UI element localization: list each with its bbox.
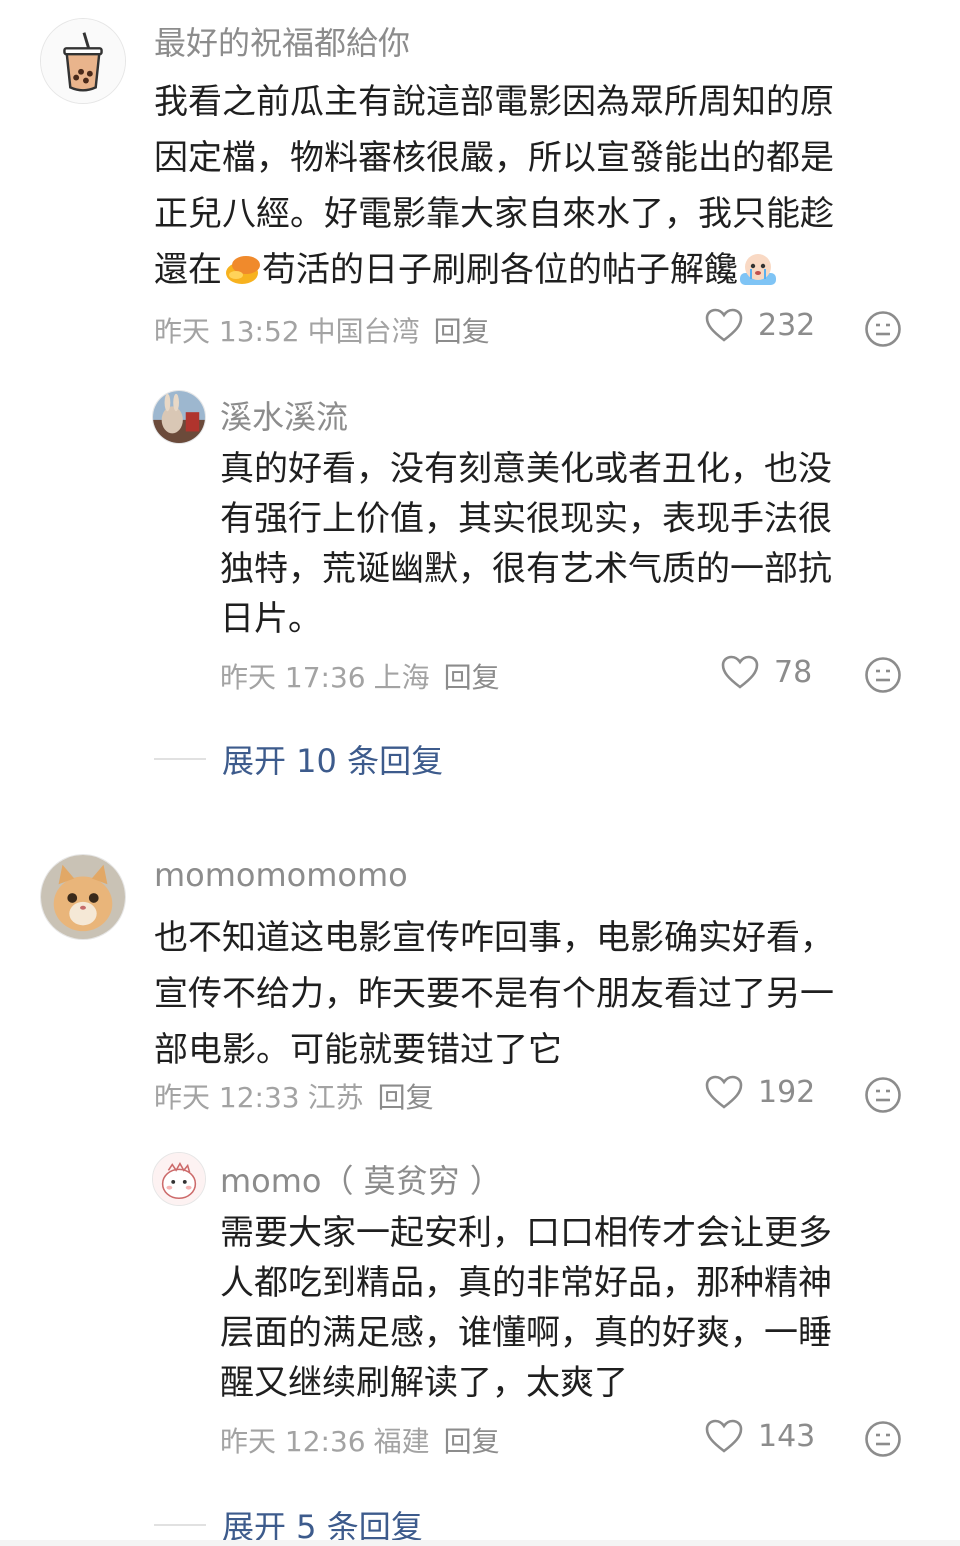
comment-time: 昨天 12:36 xyxy=(220,1425,366,1458)
like-button[interactable]: 143 xyxy=(704,1418,815,1454)
comment-text: 需要大家一起安利，口口相传才会让更多 人都吃到精品，真的非常好品，那种精神 层面… xyxy=(220,1213,832,1403)
reply-button[interactable]: 回复 xyxy=(444,1425,500,1458)
comment-location: 上海 xyxy=(373,661,430,694)
reply-button[interactable]: 回复 xyxy=(378,1081,434,1114)
divider xyxy=(154,758,206,760)
like-button[interactable]: 232 xyxy=(704,307,815,343)
bottom-divider xyxy=(0,1540,960,1546)
reply-button[interactable]: 回复 xyxy=(434,315,490,348)
reaction-face-icon[interactable] xyxy=(864,310,902,348)
crying-face-emoji xyxy=(740,254,776,285)
cartoon-dino-icon[interactable] xyxy=(152,1152,206,1206)
comment-meta: 昨天 17:36 上海 回复 xyxy=(220,656,508,696)
heart-icon xyxy=(705,1075,743,1109)
divider xyxy=(154,1524,206,1526)
comment-time: 昨天 17:36 xyxy=(220,661,366,694)
comment-text: 真的好看，没有刻意美化或者丑化，也没 有强行上价值，其实很现实，表现手法很 独特… xyxy=(220,449,832,639)
comment-text: 我看之前瓜主有說這部電影因為眾所周知的原 因定檔，物料審核很嚴，所以宣發能出的都… xyxy=(154,82,834,290)
comment-meta: 昨天 13:52 中国台湾 回复 xyxy=(154,310,498,350)
username[interactable]: 溪水溪流 xyxy=(220,392,348,438)
cat-photo-icon[interactable] xyxy=(40,854,126,940)
like-count: 143 xyxy=(758,1418,816,1454)
comment-time: 昨天 13:52 xyxy=(154,315,300,348)
comment-item: momomomomo 也不知道这电影宣传咋回事，电影确实好看， 宣传不给力，昨天… xyxy=(0,850,960,1130)
comment-meta: 昨天 12:33 江苏 回复 xyxy=(154,1076,442,1116)
reaction-face-icon[interactable] xyxy=(864,1420,902,1458)
comment-item: 最好的祝福都給你 我看之前瓜主有說這部電影因為眾所周知的原 因定檔，物料審核很嚴… xyxy=(0,0,960,360)
mango-emoji xyxy=(226,256,260,284)
comment-text: 也不知道这电影宣传咋回事，电影确实好看， 宣传不给力，昨天要不是有个朋友看过了另… xyxy=(154,918,834,1070)
heart-icon xyxy=(705,308,743,342)
like-count: 192 xyxy=(758,1074,816,1110)
bubble-tea-icon[interactable] xyxy=(40,18,126,104)
heart-icon xyxy=(721,655,759,689)
comment-list: 最好的祝福都給你 我看之前瓜主有說這部電影因為眾所周知的原 因定檔，物料審核很嚴… xyxy=(0,0,960,1546)
comment-location: 江苏 xyxy=(307,1081,364,1114)
comment-meta: 昨天 12:36 福建 回复 xyxy=(220,1420,508,1460)
username[interactable]: momo（ 莫贫穷 ） xyxy=(220,1156,502,1202)
comment-time: 昨天 12:33 xyxy=(154,1081,300,1114)
comment-location: 中国台湾 xyxy=(307,315,420,348)
reply-item: momo（ 莫贫穷 ） 需要大家一起安利，口口相传才会让更多 人都吃到精品，真的… xyxy=(0,1148,960,1478)
reaction-face-icon[interactable] xyxy=(864,656,902,694)
like-button[interactable]: 78 xyxy=(720,654,812,690)
reply-button[interactable]: 回复 xyxy=(444,661,500,694)
like-button[interactable]: 192 xyxy=(704,1074,815,1110)
rabbit-photo-icon[interactable] xyxy=(152,390,206,444)
username[interactable]: 最好的祝福都給你 xyxy=(154,18,410,64)
like-count: 78 xyxy=(774,654,813,690)
expand-replies-button[interactable]: 展开 10 条回复 xyxy=(154,736,443,782)
reply-item: 溪水溪流 真的好看，没有刻意美化或者丑化，也没 有强行上价值，其实很现实，表现手… xyxy=(0,380,960,720)
heart-icon xyxy=(705,1419,743,1453)
expand-label[interactable]: 展开 10 条回复 xyxy=(222,736,443,782)
username[interactable]: momomomomo xyxy=(154,856,408,894)
like-count: 232 xyxy=(758,307,816,343)
reaction-face-icon[interactable] xyxy=(864,1076,902,1114)
comment-location: 福建 xyxy=(373,1425,430,1458)
